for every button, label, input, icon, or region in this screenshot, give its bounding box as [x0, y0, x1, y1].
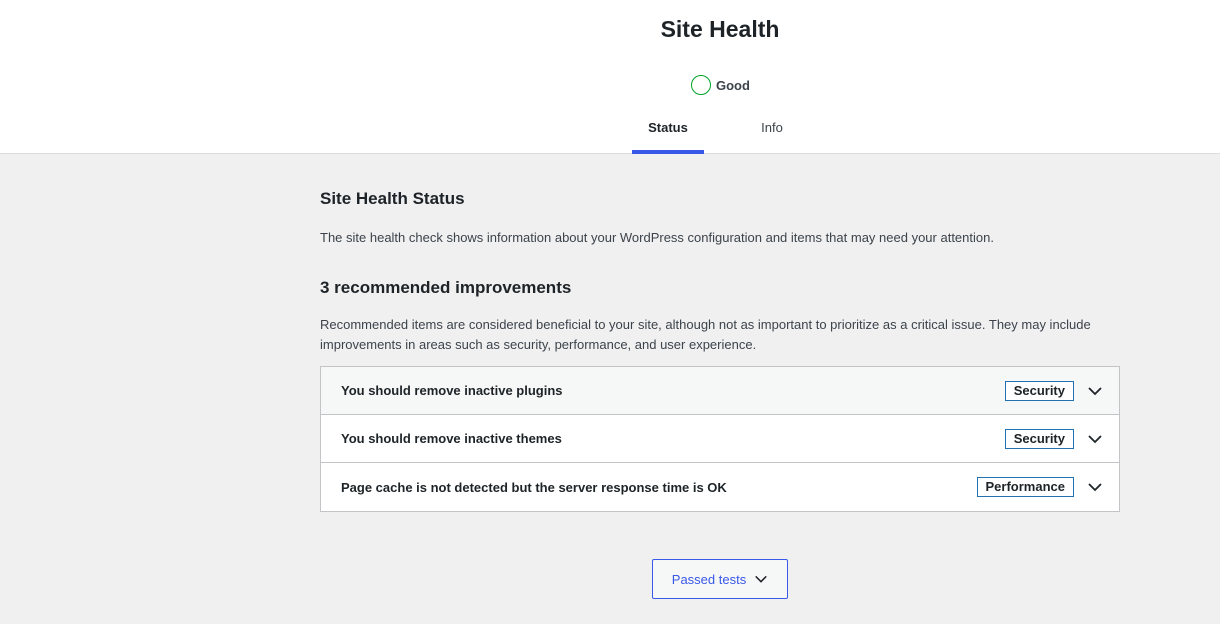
chevron-down-icon[interactable]: [1087, 431, 1103, 447]
issue-title: You should remove inactive plugins: [341, 383, 563, 398]
section-description: The site health check shows information …: [320, 230, 994, 245]
chevron-down-icon[interactable]: [1087, 383, 1103, 399]
chevron-down-icon[interactable]: [1087, 479, 1103, 495]
passed-tests-label: Passed tests: [671, 571, 747, 587]
tab-info[interactable]: Info: [740, 110, 804, 154]
status-circle-icon: [691, 75, 711, 95]
issue-inactive-themes[interactable]: You should remove inactive themes Securi…: [321, 415, 1119, 463]
issue-title: You should remove inactive themes: [341, 431, 562, 446]
recommended-issues-accordion: You should remove inactive plugins Secur…: [320, 366, 1120, 512]
status-label: Good: [716, 77, 750, 93]
chevron-down-icon: [755, 575, 768, 583]
passed-tests-button[interactable]: Passed tests: [652, 559, 788, 599]
issue-inactive-plugins[interactable]: You should remove inactive plugins Secur…: [321, 367, 1119, 415]
issue-badge: Security: [1004, 429, 1074, 449]
tab-status[interactable]: Status: [632, 110, 704, 154]
issue-badge: Performance: [976, 477, 1074, 497]
site-health-header: Site Health Good Status Info: [0, 0, 1220, 154]
issue-title: Page cache is not detected but the serve…: [341, 479, 727, 495]
recommended-description: Recommended items are considered benefic…: [320, 317, 1091, 352]
page-title: Site Health: [660, 16, 780, 42]
section-title: Site Health Status: [320, 189, 465, 208]
health-status: Good: [691, 75, 750, 95]
recommended-count-title: 3 recommended improvements: [320, 278, 572, 297]
issue-badge: Security: [1004, 381, 1074, 401]
issue-page-cache[interactable]: Page cache is not detected but the serve…: [321, 463, 1119, 511]
